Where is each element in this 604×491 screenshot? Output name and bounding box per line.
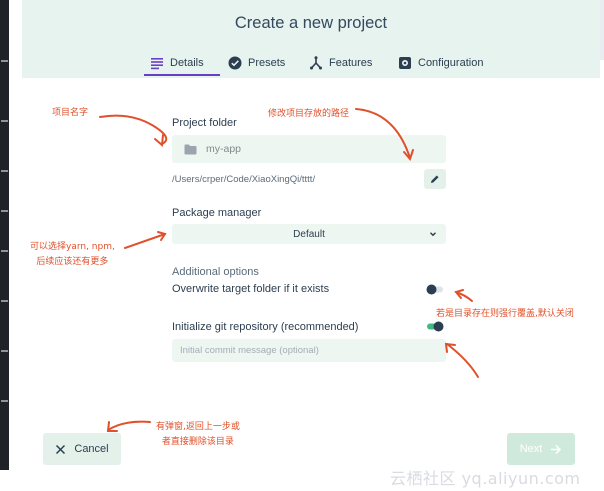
gear-icon (399, 57, 411, 69)
background-window-strip (0, 0, 14, 491)
watermark: 云栖社区 yq.aliyun.com (390, 469, 581, 488)
step-tabs: Details Presets Features Configuration (22, 50, 600, 76)
annotation-line: 者直接删除该目录 (161, 437, 234, 447)
strip-mark (1, 250, 8, 252)
annotation-line: 有弹窗,返回上一步或 (156, 422, 240, 432)
commit-message-placeholder: Initial commit message (optional) (180, 345, 319, 356)
strip-mark (1, 300, 8, 302)
cancel-button[interactable]: Cancel (43, 433, 121, 465)
background-window (0, 0, 9, 470)
annotation-cancel: 有弹窗,返回上一步或 者直接删除该目录 (156, 420, 240, 450)
overwrite-label: Overwrite target folder if it exists (172, 283, 330, 295)
strip-mark (1, 400, 8, 402)
strip-mark (1, 170, 8, 172)
package-manager-select[interactable]: Default (172, 224, 446, 244)
annotation-line: 后续应该还有更多 (36, 257, 109, 267)
annotation-package-manager: 可以选择yarn, npm, 后续应该还有更多 (30, 240, 115, 270)
next-label: Next (519, 443, 543, 455)
additional-options-heading: Additional options (172, 266, 259, 278)
tab-features[interactable]: Features (309, 50, 372, 76)
tab-label: Presets (248, 57, 286, 69)
overwrite-toggle[interactable] (426, 284, 444, 295)
tab-details[interactable]: Details (150, 50, 204, 76)
project-name-value: my-app (206, 143, 242, 155)
strip-mark (1, 210, 8, 212)
project-folder-label: Project folder (172, 117, 237, 129)
window-header: Create a new project Details Presets Fea… (22, 0, 600, 78)
strip-mark (1, 120, 8, 122)
list-icon (151, 58, 163, 70)
check-circle-icon (228, 56, 242, 70)
git-toggle[interactable] (426, 321, 444, 332)
tab-label: Configuration (418, 57, 484, 69)
project-path: /Users/crper/Code/XiaoXingQi/tttt/ (172, 174, 316, 185)
next-button[interactable]: Next (507, 433, 575, 465)
cancel-label: Cancel (74, 443, 109, 455)
strip-mark (1, 350, 8, 352)
tab-configuration[interactable]: Configuration (398, 50, 483, 76)
project-name-input[interactable]: my-app (172, 135, 446, 163)
arrow-right-icon (551, 444, 562, 454)
folder-icon (184, 144, 197, 154)
tab-label: Features (329, 57, 373, 69)
create-project-window: Create a new project Details Presets Fea… (14, 0, 600, 470)
package-manager-value: Default (293, 228, 325, 240)
tab-label: Details (170, 57, 204, 69)
fork-icon (310, 56, 322, 70)
annotation-line: 可以选择yarn, npm, (30, 242, 115, 252)
git-label: Initialize git repository (recommended) (172, 321, 359, 333)
commit-message-input[interactable]: Initial commit message (optional) (172, 339, 446, 362)
active-tab-indicator (144, 74, 220, 76)
strip-mark (1, 60, 8, 62)
annotation-change-path: 修改项目存放的路径 (268, 109, 350, 119)
page-title: Create a new project (234, 14, 388, 32)
pencil-icon (431, 175, 439, 183)
close-icon (56, 444, 66, 454)
annotation-project-name: 项目名字 (52, 108, 89, 118)
annotation-overwrite: 若是目录存在则强行覆盖,默认关闭 (436, 309, 574, 319)
package-manager-label: Package manager (172, 207, 262, 219)
chevron-down-icon (430, 232, 436, 237)
tab-presets[interactable]: Presets (228, 50, 285, 76)
edit-path-button[interactable] (424, 169, 446, 189)
